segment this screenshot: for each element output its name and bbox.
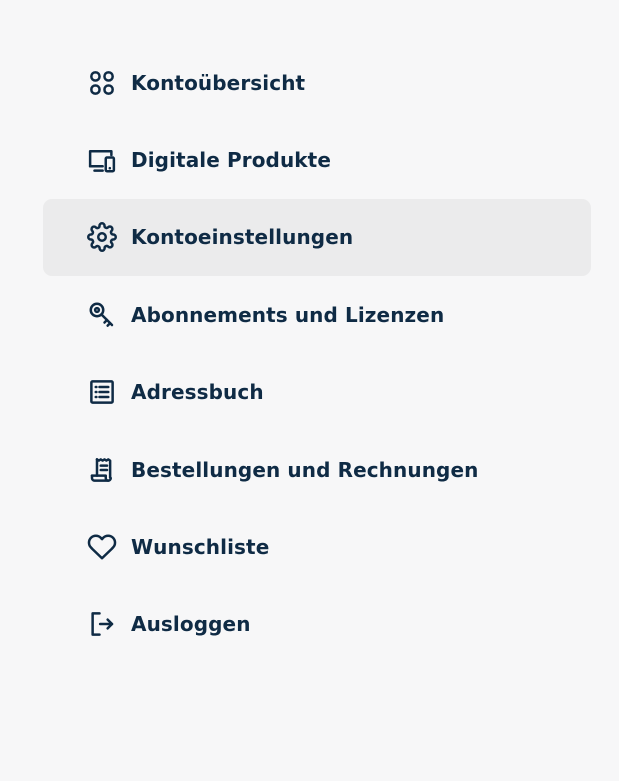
key-icon bbox=[87, 299, 119, 331]
heart-icon bbox=[87, 531, 119, 563]
gear-icon bbox=[87, 221, 119, 253]
devices-icon bbox=[87, 144, 119, 176]
menu-item-label: Ausloggen bbox=[131, 612, 251, 637]
account-sidebar-menu: Kontoübersicht Digitale Produkte Kontoei… bbox=[43, 44, 591, 663]
grid-icon bbox=[87, 67, 119, 99]
receipt-icon bbox=[87, 454, 119, 486]
list-icon bbox=[87, 376, 119, 408]
menu-item-label: Kontoübersicht bbox=[131, 70, 306, 95]
menu-item-kontouebersicht[interactable]: Kontoübersicht bbox=[43, 44, 591, 121]
logout-icon bbox=[87, 608, 119, 640]
menu-item-wunschliste[interactable]: Wunschliste bbox=[43, 508, 591, 585]
menu-item-kontoeinstellungen[interactable]: Kontoeinstellungen bbox=[43, 198, 591, 277]
menu-item-label: Digitale Produkte bbox=[131, 148, 332, 173]
menu-item-label: Abonnements und Lizenzen bbox=[131, 302, 445, 327]
menu-item-label: Bestellungen und Rechnungen bbox=[131, 457, 479, 482]
menu-item-abonnements-und-lizenzen[interactable]: Abonnements und Lizenzen bbox=[43, 276, 591, 353]
menu-item-adressbuch[interactable]: Adressbuch bbox=[43, 354, 591, 431]
menu-item-digitale-produkte[interactable]: Digitale Produkte bbox=[43, 121, 591, 198]
menu-item-bestellungen-und-rechnungen[interactable]: Bestellungen und Rechnungen bbox=[43, 431, 591, 508]
menu-item-label: Adressbuch bbox=[131, 380, 264, 405]
menu-item-ausloggen[interactable]: Ausloggen bbox=[43, 586, 591, 663]
menu-item-label: Kontoeinstellungen bbox=[131, 225, 354, 250]
menu-item-label: Wunschliste bbox=[131, 535, 270, 560]
